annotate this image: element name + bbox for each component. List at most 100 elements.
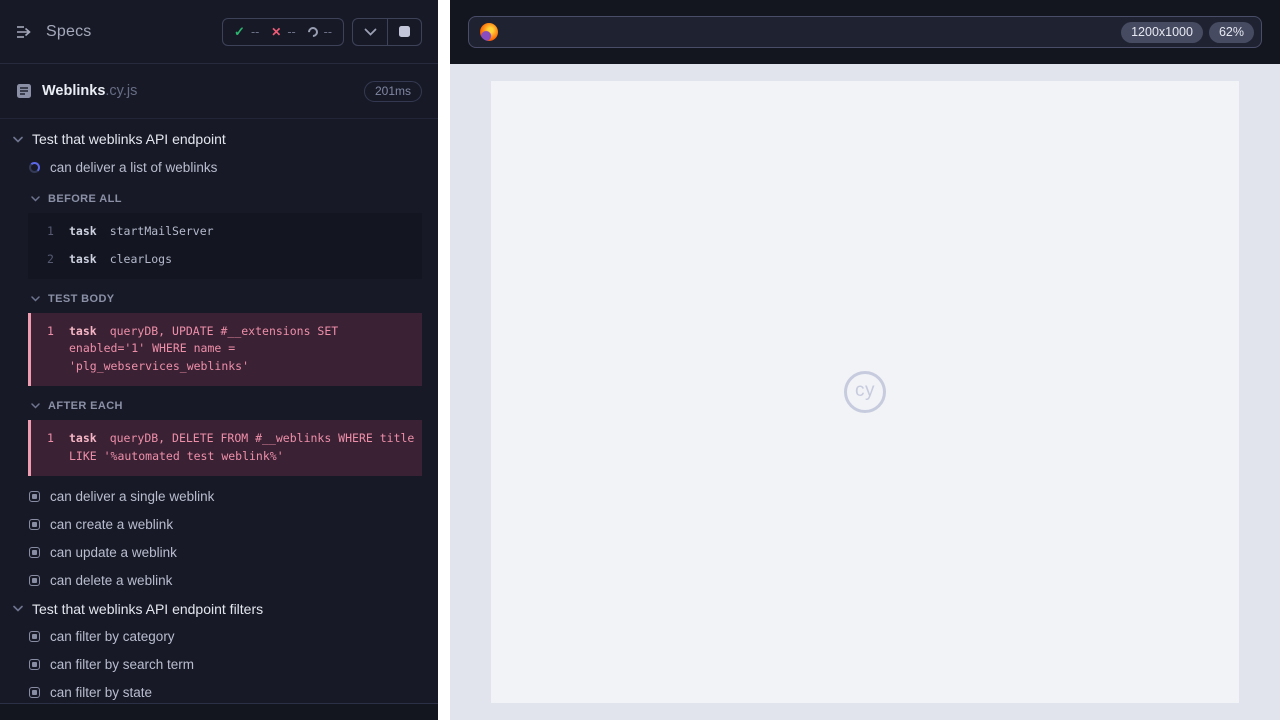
stop-run-button[interactable] [387,18,421,45]
command-block-active: 1 task queryDB, DELETE FROM #__weblinks W… [28,420,422,476]
passed-count: -- [250,24,260,39]
hook-header[interactable]: BEFORE ALL [0,186,438,212]
test-name: can deliver a list of weblinks [50,159,218,175]
chevron-down-icon [31,196,40,202]
panel-resizer[interactable] [438,0,450,720]
aut-iframe[interactable]: cy [491,81,1239,703]
hook-header[interactable]: AFTER EACH [0,393,438,419]
command-row[interactable]: 2 task clearLogs [28,246,422,274]
command-content: task queryDB, UPDATE #__extensions SET en… [69,323,416,376]
spec-name: Weblinks [42,83,106,99]
hook-header[interactable]: TEST BODY [0,286,438,312]
pending-count: -- [323,24,332,39]
pending-test-icon [29,631,40,643]
zoom-level-badge: 62% [1208,21,1254,43]
reporter-footer [0,703,438,720]
command-content: task startMailServer [69,223,214,241]
command-content: task queryDB, DELETE FROM #__weblinks WHE… [69,430,416,466]
reporter-sidebar: Specs ✓ -- ✕ -- -- Weblinks .cy.js 201ms… [0,0,438,720]
command-number: 1 [47,323,54,338]
command-block: 1 task startMailServer 2 task clearLogs [28,213,422,279]
viewport-area: cy [450,64,1280,720]
browser-top-bar: 1200x1000 62% [450,0,1280,64]
command-number: 2 [47,251,54,266]
chevron-down-icon [13,136,23,143]
test-row-pending[interactable]: can filter by category [0,623,438,651]
command-row[interactable]: 1 task queryDB, UPDATE #__extensions SET … [31,318,422,381]
stat-passed: ✓ -- [234,24,259,40]
test-row-pending[interactable]: can filter by search term [0,651,438,679]
suite-header[interactable]: Test that weblinks API endpoint filters [0,595,438,623]
failed-count: -- [287,24,296,39]
command-row[interactable]: 1 task queryDB, DELETE FROM #__weblinks W… [31,425,422,471]
run-controls [352,17,422,46]
spec-duration-badge: 201ms [363,80,422,102]
spec-file-row[interactable]: Weblinks .cy.js 201ms [0,64,438,119]
hook-label: TEST BODY [48,292,115,305]
chevron-down-icon [31,403,40,409]
hook-test-body: TEST BODY 1 task queryDB, UPDATE #__exten… [0,286,438,387]
suite-title: Test that weblinks API endpoint [32,131,226,147]
test-name: can create a weblink [50,517,174,533]
collapse-all-button[interactable] [353,19,387,45]
spec-extension: .cy.js [105,83,138,99]
test-row-pending[interactable]: can filter by state [0,679,438,703]
reporter-header: Specs ✓ -- ✕ -- -- [0,0,438,64]
test-row-pending[interactable]: can update a weblink [0,539,438,567]
run-stats: ✓ -- ✕ -- -- [222,17,344,46]
pending-test-icon [29,547,40,559]
command-message: queryDB, DELETE FROM #__weblinks WHERE t… [69,431,415,463]
hook-label: AFTER EACH [48,400,123,413]
pending-test-icon [29,491,40,503]
url-bar[interactable]: 1200x1000 62% [468,16,1262,48]
chevron-down-icon [13,605,23,612]
test-name: can delete a weblink [50,573,173,589]
test-list: Test that weblinks API endpoint can deli… [0,119,438,703]
hook-before-all: BEFORE ALL 1 task startMailServer 2 task c… [0,186,438,279]
runner-pane: 1200x1000 62% cy [450,0,1280,720]
pending-test-icon [29,687,40,699]
test-name: can filter by category [50,629,175,645]
pending-test-icon [29,519,40,531]
pending-ring-icon [305,24,320,39]
test-name: can filter by search term [50,657,195,673]
failed-x-icon: ✕ [271,24,282,39]
command-method: task [69,323,97,338]
test-name: can filter by state [50,685,153,701]
test-row-running[interactable]: can deliver a list of weblinks [0,153,438,181]
chevron-down-icon [31,295,40,302]
command-message: startMailServer [109,224,214,238]
command-method: task [69,431,97,446]
firefox-browser-icon [480,23,498,41]
test-row-pending[interactable]: can create a weblink [0,511,438,539]
spec-file-icon [16,83,32,99]
pending-test-icon [29,575,40,587]
command-method: task [69,224,97,238]
stat-failed: ✕ -- [271,25,295,39]
suite-header[interactable]: Test that weblinks API endpoint [0,125,438,153]
cypress-logo-watermark: cy [844,371,886,413]
stat-pending: -- [305,24,332,39]
pending-test-icon [29,659,40,671]
command-row[interactable]: 1 task startMailServer [28,218,422,246]
test-name: can update a weblink [50,545,177,561]
specs-title: Specs [46,22,92,40]
command-message: queryDB, UPDATE #__extensions SET enable… [69,323,339,374]
command-message: clearLogs [109,251,173,266]
viewport-size-badge: 1200x1000 [1121,21,1203,43]
command-number: 1 [47,431,54,446]
test-name: can deliver a single weblink [50,489,215,505]
command-number: 1 [47,224,54,238]
running-spinner-icon [29,161,40,173]
test-row-pending[interactable]: can deliver a single weblink [0,483,438,511]
command-content: task clearLogs [69,251,172,269]
cypress-logo-text: cy [855,380,875,401]
specs-menu-icon[interactable] [16,25,33,39]
command-block-active: 1 task queryDB, UPDATE #__extensions SET … [28,312,422,387]
hook-label: BEFORE ALL [48,193,122,205]
passed-check-icon: ✓ [234,23,245,39]
test-row-pending[interactable]: can delete a weblink [0,567,438,595]
suite-title: Test that weblinks API endpoint filters [32,600,264,617]
hook-after-each: AFTER EACH 1 task queryDB, DELETE FROM #_… [0,393,438,476]
stop-icon [399,26,410,37]
